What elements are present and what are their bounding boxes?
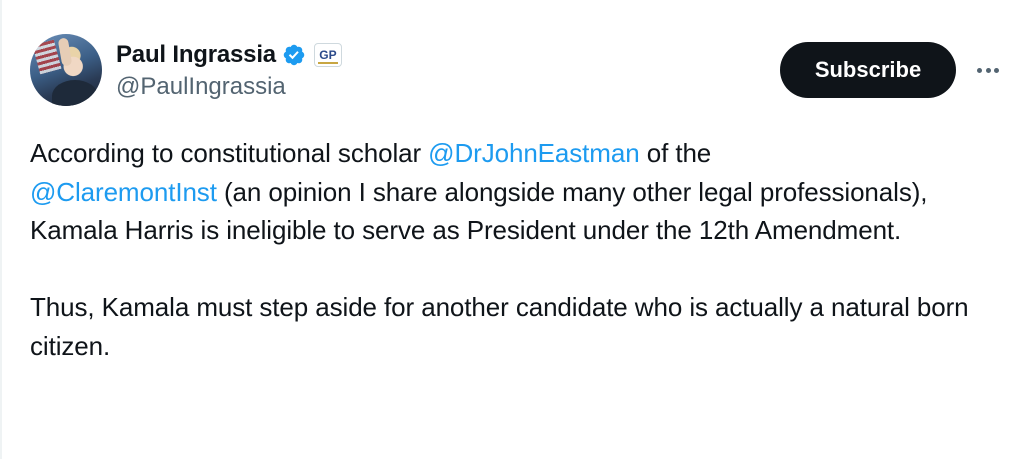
tweet-card: Paul Ingrassia GP @PaulIngrassia Subscri… bbox=[0, 0, 1024, 459]
tweet-text-segment: of the bbox=[639, 138, 712, 168]
avatar-flag bbox=[32, 39, 62, 75]
mention-link[interactable]: @DrJohnEastman bbox=[428, 138, 640, 168]
name-row: Paul Ingrassia GP bbox=[116, 39, 342, 71]
tweet-paragraph-2: Thus, Kamala must step aside for another… bbox=[30, 292, 969, 361]
subscribe-button[interactable]: Subscribe bbox=[780, 42, 956, 98]
author-handle[interactable]: @PaulIngrassia bbox=[116, 73, 342, 101]
mention-link[interactable]: @ClaremontInst bbox=[30, 177, 217, 207]
tweet-header: Paul Ingrassia GP @PaulIngrassia Subscri… bbox=[30, 32, 1000, 108]
user-info: Paul Ingrassia GP @PaulIngrassia bbox=[116, 39, 342, 101]
avatar[interactable] bbox=[30, 34, 102, 106]
avatar-suit bbox=[52, 80, 98, 106]
affiliation-badge[interactable]: GP bbox=[313, 43, 342, 67]
more-dot bbox=[994, 67, 999, 73]
more-dot bbox=[985, 67, 991, 73]
verified-badge-icon[interactable] bbox=[282, 43, 306, 67]
more-dot bbox=[977, 67, 982, 73]
tweet-paragraph-1: According to constitutional scholar @DrJ… bbox=[30, 134, 1010, 250]
more-horizontal-icon[interactable] bbox=[976, 58, 1000, 82]
author-name[interactable]: Paul Ingrassia bbox=[116, 41, 276, 69]
tweet-text: According to constitutional scholar @DrJ… bbox=[30, 134, 1010, 365]
tweet-text-segment: According to constitutional scholar bbox=[30, 138, 429, 168]
header-actions: Subscribe bbox=[780, 42, 1000, 98]
